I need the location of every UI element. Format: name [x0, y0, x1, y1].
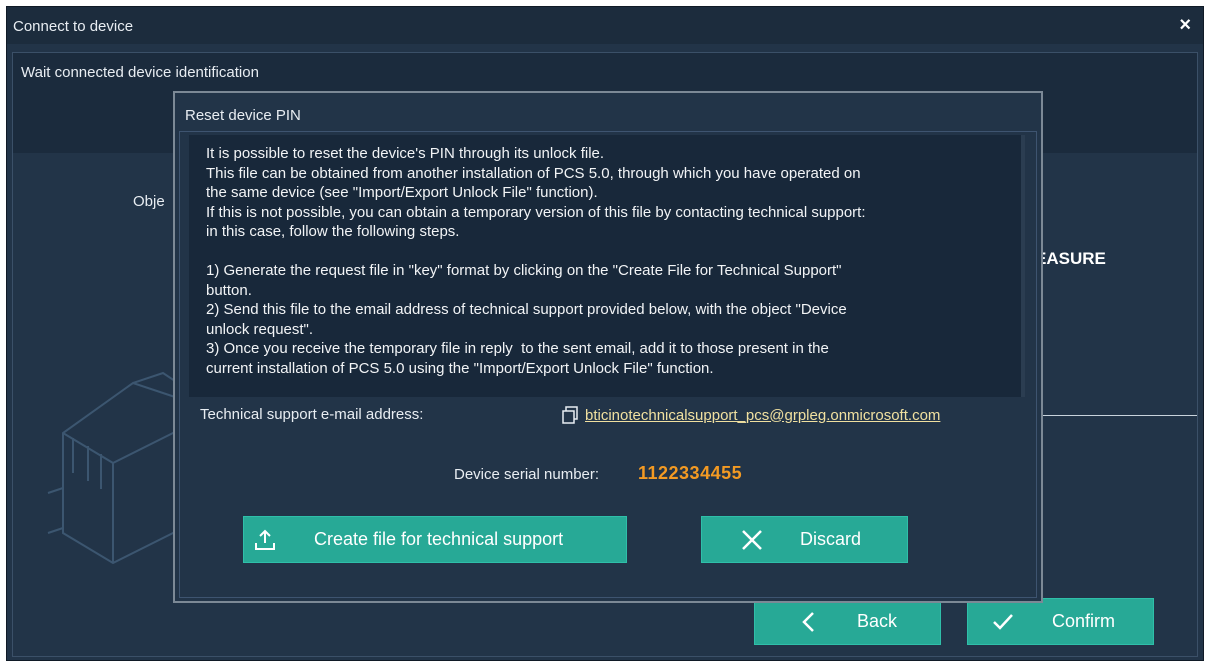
discard-x-icon: [742, 529, 762, 550]
dialog-title: Reset device PIN: [185, 107, 301, 124]
info-line: [206, 242, 1009, 262]
info-line: If this is not possible, you can obtain …: [206, 203, 866, 221]
info-line: It is possible to reset the device's PIN…: [206, 145, 605, 162]
divider: [1033, 415, 1197, 416]
info-line: unlock request".: [206, 320, 314, 338]
create-file-button[interactable]: Create file for technical support: [243, 516, 627, 563]
close-icon[interactable]: ×: [1179, 13, 1191, 37]
info-line: 3) Once you receive the temporary file i…: [206, 340, 829, 357]
discard-button[interactable]: Discard: [701, 516, 908, 563]
copy-icon[interactable]: [561, 406, 579, 424]
info-textbox[interactable]: It is possible to reset the device's PIN…: [189, 135, 1021, 397]
connect-device-window: Connect to device × Wait connected devic…: [6, 6, 1204, 661]
back-label: Back: [857, 611, 898, 631]
window-title: Connect to device: [13, 18, 134, 35]
discard-label: Discard: [800, 529, 862, 549]
object-label: Obje: [133, 193, 165, 210]
info-line: in this case, follow the following steps…: [206, 223, 460, 240]
measure-label: EASURE: [1035, 249, 1106, 268]
back-button[interactable]: Back: [754, 598, 941, 645]
info-line: button.: [206, 281, 252, 299]
email-address[interactable]: bticinotechnicalsupport_pcs@grpleg.onmic…: [585, 407, 940, 424]
info-line: the same device (see "Import/Export Unlo…: [206, 184, 598, 201]
email-label: Technical support e-mail address:: [200, 406, 424, 423]
info-line: This file can be obtained from another i…: [206, 164, 861, 182]
email-link[interactable]: bticinotechnicalsupport_pcs@grpleg.onmic…: [561, 406, 940, 424]
back-chevron-icon: [802, 611, 814, 632]
info-line: 2) Send this file to the email address o…: [206, 301, 847, 318]
confirm-button[interactable]: Confirm: [967, 598, 1154, 645]
serial-label: Device serial number:: [454, 466, 600, 483]
wait-status-text: Wait connected device identification: [21, 64, 259, 81]
confirm-label: Confirm: [1052, 611, 1116, 631]
reset-pin-dialog: Reset device PIN It is possible to reset…: [173, 91, 1043, 603]
textbox-scroll-track[interactable]: [1021, 135, 1025, 397]
upload-icon: [255, 529, 275, 550]
info-line: current installation of PCS 5.0 using th…: [206, 359, 714, 377]
info-line: 1) Generate the request file in "key" fo…: [206, 262, 842, 279]
serial-value: 1122334455: [638, 463, 743, 483]
window-titlebar: Connect to device ×: [7, 7, 1203, 44]
confirm-check-icon: [993, 613, 1013, 630]
create-file-label: Create file for technical support: [314, 529, 564, 549]
